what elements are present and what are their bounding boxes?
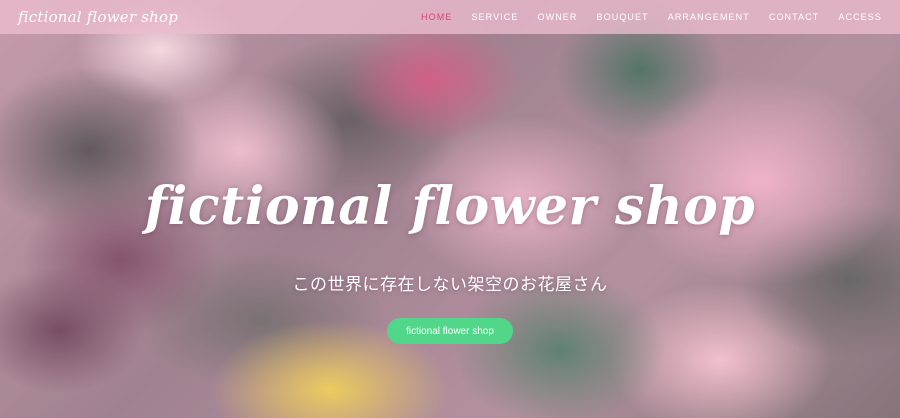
nav-item-bouquet[interactable]: BOUQUET [597, 12, 649, 22]
nav-item-contact[interactable]: CONTACT [769, 12, 820, 22]
nav-item-service[interactable]: SERVICE [471, 12, 518, 22]
nav-item-owner[interactable]: OWNER [538, 12, 578, 22]
hero-subtitle: この世界に存在しない架空のお花屋さん [292, 275, 608, 295]
hero-title: fictional flower shop [144, 176, 756, 237]
nav-item-access[interactable]: ACCESS [838, 12, 882, 22]
navbar: fictional flower shop HOME SERVICE OWNER… [0, 0, 900, 34]
cta-button[interactable]: fictional flower shop [387, 318, 513, 344]
brand-logo[interactable]: fictional flower shop [18, 8, 178, 26]
nav-item-arrangement[interactable]: ARRANGEMENT [668, 12, 750, 22]
nav-item-home[interactable]: HOME [421, 12, 452, 22]
nav-menu: HOME SERVICE OWNER BOUQUET ARRANGEMENT C… [402, 12, 882, 22]
